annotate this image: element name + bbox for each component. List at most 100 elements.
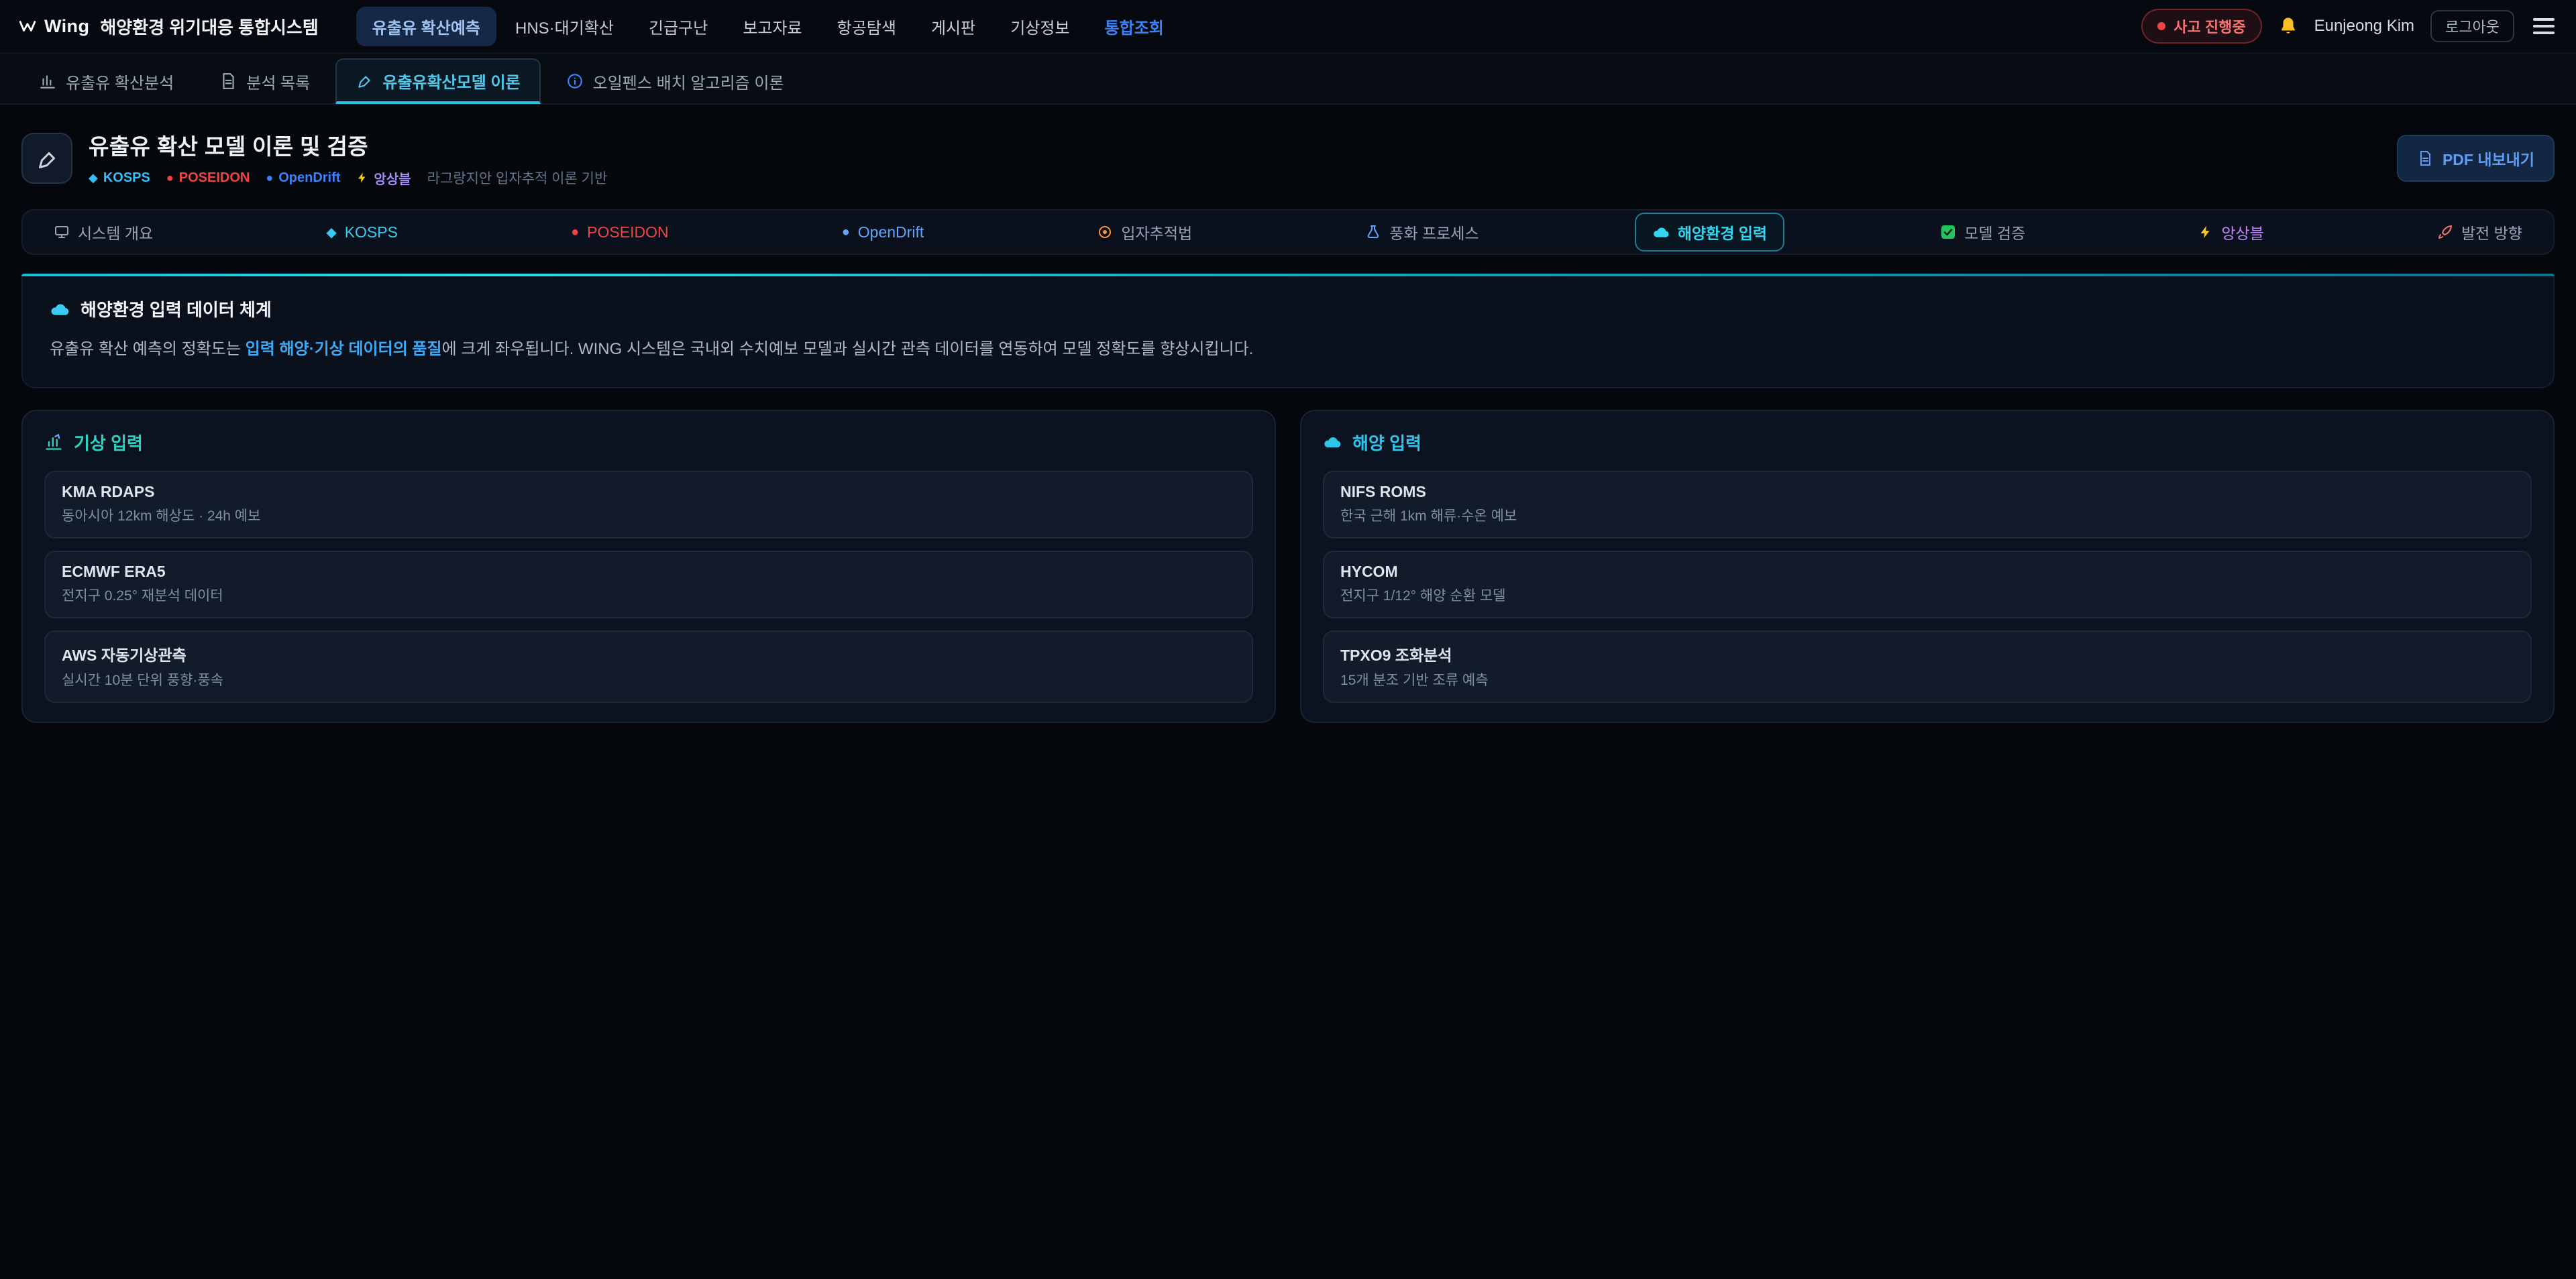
tab-label: 오일펜스 배치 알고리즘 이론 [593, 70, 784, 93]
tab-analysis-list[interactable]: 분석 목록 [199, 58, 330, 104]
secnav-model-validation[interactable]: 모델 검증 [1923, 213, 2043, 252]
tab-label: 분석 목록 [246, 70, 310, 93]
data-source-desc: 한국 근해 1km 해류·수온 예보 [1340, 505, 2514, 525]
data-source-name: ECMWF ERA5 [62, 563, 1236, 581]
section-nav: 시스템 개요 ◆ KOSPS ● POSEIDON ● OpenDrift 입자… [21, 209, 2555, 255]
main-content: 유출유 확산 모델 이론 및 검증 ◆ KOSPS ● POSEIDON ● O… [0, 105, 2576, 723]
diamond-icon: ◆ [326, 224, 336, 241]
secnav-label: KOSPS [345, 223, 398, 241]
data-source-desc: 전지구 1/12° 해양 순환 모델 [1340, 585, 2514, 605]
secnav-label: 입자추적법 [1121, 221, 1192, 243]
tab-model-theory[interactable]: 유출유확산모델 이론 [335, 58, 540, 104]
data-source-name: TPXO9 조화분석 [1340, 643, 2514, 665]
ocean-input-title: 해양 입력 [1352, 430, 1421, 455]
data-source-name: AWS 자동기상관측 [62, 643, 1236, 665]
incident-status-label: 사고 진행중 [2174, 15, 2245, 37]
secnav-future-direction[interactable]: 발전 방향 [2420, 213, 2540, 252]
tag-poseidon: ● POSEIDON [166, 170, 250, 186]
bell-icon[interactable] [2278, 16, 2298, 36]
data-source-name: NIFS ROMS [1340, 483, 2514, 501]
info-circle-icon [566, 72, 584, 90]
tab-label: 유출유 확산분석 [66, 70, 174, 93]
overview-title: 해양환경 입력 데이터 체계 [80, 296, 272, 321]
ocean-input-header: 해양 입력 [1323, 430, 2532, 455]
nav-item-oil-spill-forecast[interactable]: 유출유 확산예측 [356, 7, 496, 46]
dot-icon: ● [266, 171, 273, 185]
list-item: HYCOM 전지구 1/12° 해양 순환 모델 [1323, 551, 2532, 618]
overview-card: 해양환경 입력 데이터 체계 유출유 확산 예측의 정확도는 입력 해양·기상 … [21, 276, 2555, 388]
page-icon-box [21, 133, 72, 184]
overview-text: 에 크게 좌우됩니다. WING 시스템은 국내외 수치예보 모델과 실시간 관… [442, 340, 1254, 358]
user-name: Eunjeong Kim [2314, 17, 2414, 36]
overview-body: 유출유 확산 예측의 정확도는 입력 해양·기상 데이터의 품질에 크게 좌우됩… [50, 336, 2526, 363]
data-source-name: HYCOM [1340, 563, 2514, 581]
bolt-icon [2198, 225, 2213, 239]
overview-header: 해양환경 입력 데이터 체계 [50, 296, 2526, 321]
bar-chart-icon [44, 433, 63, 451]
pdf-export-button[interactable]: PDF 내보내기 [2397, 135, 2555, 182]
weather-input-card: 기상 입력 KMA RDAPS 동아시아 12km 해상도 · 24h 예보 E… [21, 410, 1276, 723]
check-square-icon [1940, 224, 1956, 240]
nav-item-weather[interactable]: 기상정보 [994, 7, 1085, 46]
cloud-icon [1323, 433, 1342, 451]
tab-spill-analysis[interactable]: 유출유 확산분석 [19, 58, 194, 104]
app-logo: Wing 해양환경 위기대응 통합시스템 [19, 14, 319, 39]
secnav-label: 풍화 프로세스 [1389, 221, 1479, 243]
secnav-particle-tracking[interactable]: 입자추적법 [1079, 213, 1210, 252]
secnav-opendrift[interactable]: ● OpenDrift [824, 215, 942, 249]
list-item: TPXO9 조화분석 15개 분조 기반 조류 예측 [1323, 630, 2532, 703]
tag-ensemble: 앙상블 [356, 168, 411, 188]
logout-button[interactable]: 로그아웃 [2430, 10, 2514, 42]
secnav-poseidon[interactable]: ● POSEIDON [553, 215, 686, 249]
secnav-label: OpenDrift [858, 223, 924, 241]
tag-label: POSEIDON [179, 170, 250, 186]
list-item: AWS 자동기상관측 실시간 10분 단위 풍향·풍속 [44, 630, 1253, 703]
data-source-desc: 전지구 0.25° 재분석 데이터 [62, 585, 1236, 605]
logo-word: Wing [44, 16, 89, 37]
main-nav: 유출유 확산예측 HNS·대기확산 긴급구난 보고자료 항공탐색 게시판 기상정… [356, 7, 1180, 46]
hamburger-menu-icon[interactable] [2530, 15, 2557, 37]
secnav-label: 발전 방향 [2461, 221, 2522, 243]
tag-label: OpenDrift [278, 170, 340, 186]
secnav-ensemble[interactable]: 앙상블 [2181, 213, 2281, 252]
page-title: 유출유 확산 모델 이론 및 검증 [89, 129, 607, 161]
nav-item-rescue[interactable]: 긴급구난 [633, 7, 724, 46]
secnav-weathering-process[interactable]: 풍화 프로세스 [1348, 213, 1496, 252]
nav-item-board[interactable]: 게시판 [915, 7, 991, 46]
nav-item-reports[interactable]: 보고자료 [727, 7, 818, 46]
page-subtitle: 라그랑지안 입자추적 이론 기반 [427, 168, 608, 188]
secnav-label: POSEIDON [587, 223, 668, 241]
pen-icon [356, 72, 373, 89]
data-source-desc: 동아시아 12km 해상도 · 24h 예보 [62, 505, 1236, 525]
tab-label: 유출유확산모델 이론 [382, 69, 520, 93]
weather-input-header: 기상 입력 [44, 430, 1253, 455]
flask-icon [1365, 224, 1381, 240]
secnav-label: 시스템 개요 [78, 221, 153, 243]
nav-item-hns[interactable]: HNS·대기확산 [499, 7, 630, 46]
overview-text: 유출유 확산 예측의 정확도는 [50, 340, 246, 358]
incident-status-badge[interactable]: 사고 진행중 [2141, 9, 2261, 44]
nav-item-integrated-search[interactable]: 통합조회 [1089, 7, 1180, 46]
secnav-marine-env-input[interactable]: 해양환경 입력 [1635, 213, 1784, 252]
data-source-name: KMA RDAPS [62, 483, 1236, 501]
nav-item-aerial-search[interactable]: 항공탐색 [821, 7, 912, 46]
diamond-icon: ◆ [89, 171, 98, 185]
secnav-system-overview[interactable]: 시스템 개요 [36, 213, 170, 252]
page-tag-row: ◆ KOSPS ● POSEIDON ● OpenDrift 앙상블 [89, 168, 607, 188]
bolt-icon [356, 172, 368, 184]
secnav-label: 앙상블 [2221, 221, 2263, 243]
chart-icon [39, 72, 56, 90]
overview-highlight-text: 입력 해양·기상 데이터의 품질 [246, 340, 442, 358]
tag-kosps: ◆ KOSPS [89, 170, 150, 186]
system-title: 해양환경 위기대응 통합시스템 [100, 14, 318, 39]
tag-label: KOSPS [103, 170, 150, 186]
tab-oil-fence-algorithm[interactable]: 오일펜스 배치 알고리즘 이론 [546, 58, 804, 104]
data-source-desc: 15개 분조 기반 조류 예측 [1340, 669, 2514, 689]
dot-icon: ● [166, 171, 174, 185]
topbar: Wing 해양환경 위기대응 통합시스템 유출유 확산예측 HNS·대기확산 긴… [0, 0, 2576, 54]
topbar-right: 사고 진행중 Eunjeong Kim 로그아웃 [2141, 9, 2557, 44]
weather-input-title: 기상 입력 [74, 430, 143, 455]
secnav-kosps[interactable]: ◆ KOSPS [309, 215, 415, 249]
page-header: 유출유 확산 모델 이론 및 검증 ◆ KOSPS ● POSEIDON ● O… [21, 129, 2555, 188]
document-icon [219, 72, 237, 90]
